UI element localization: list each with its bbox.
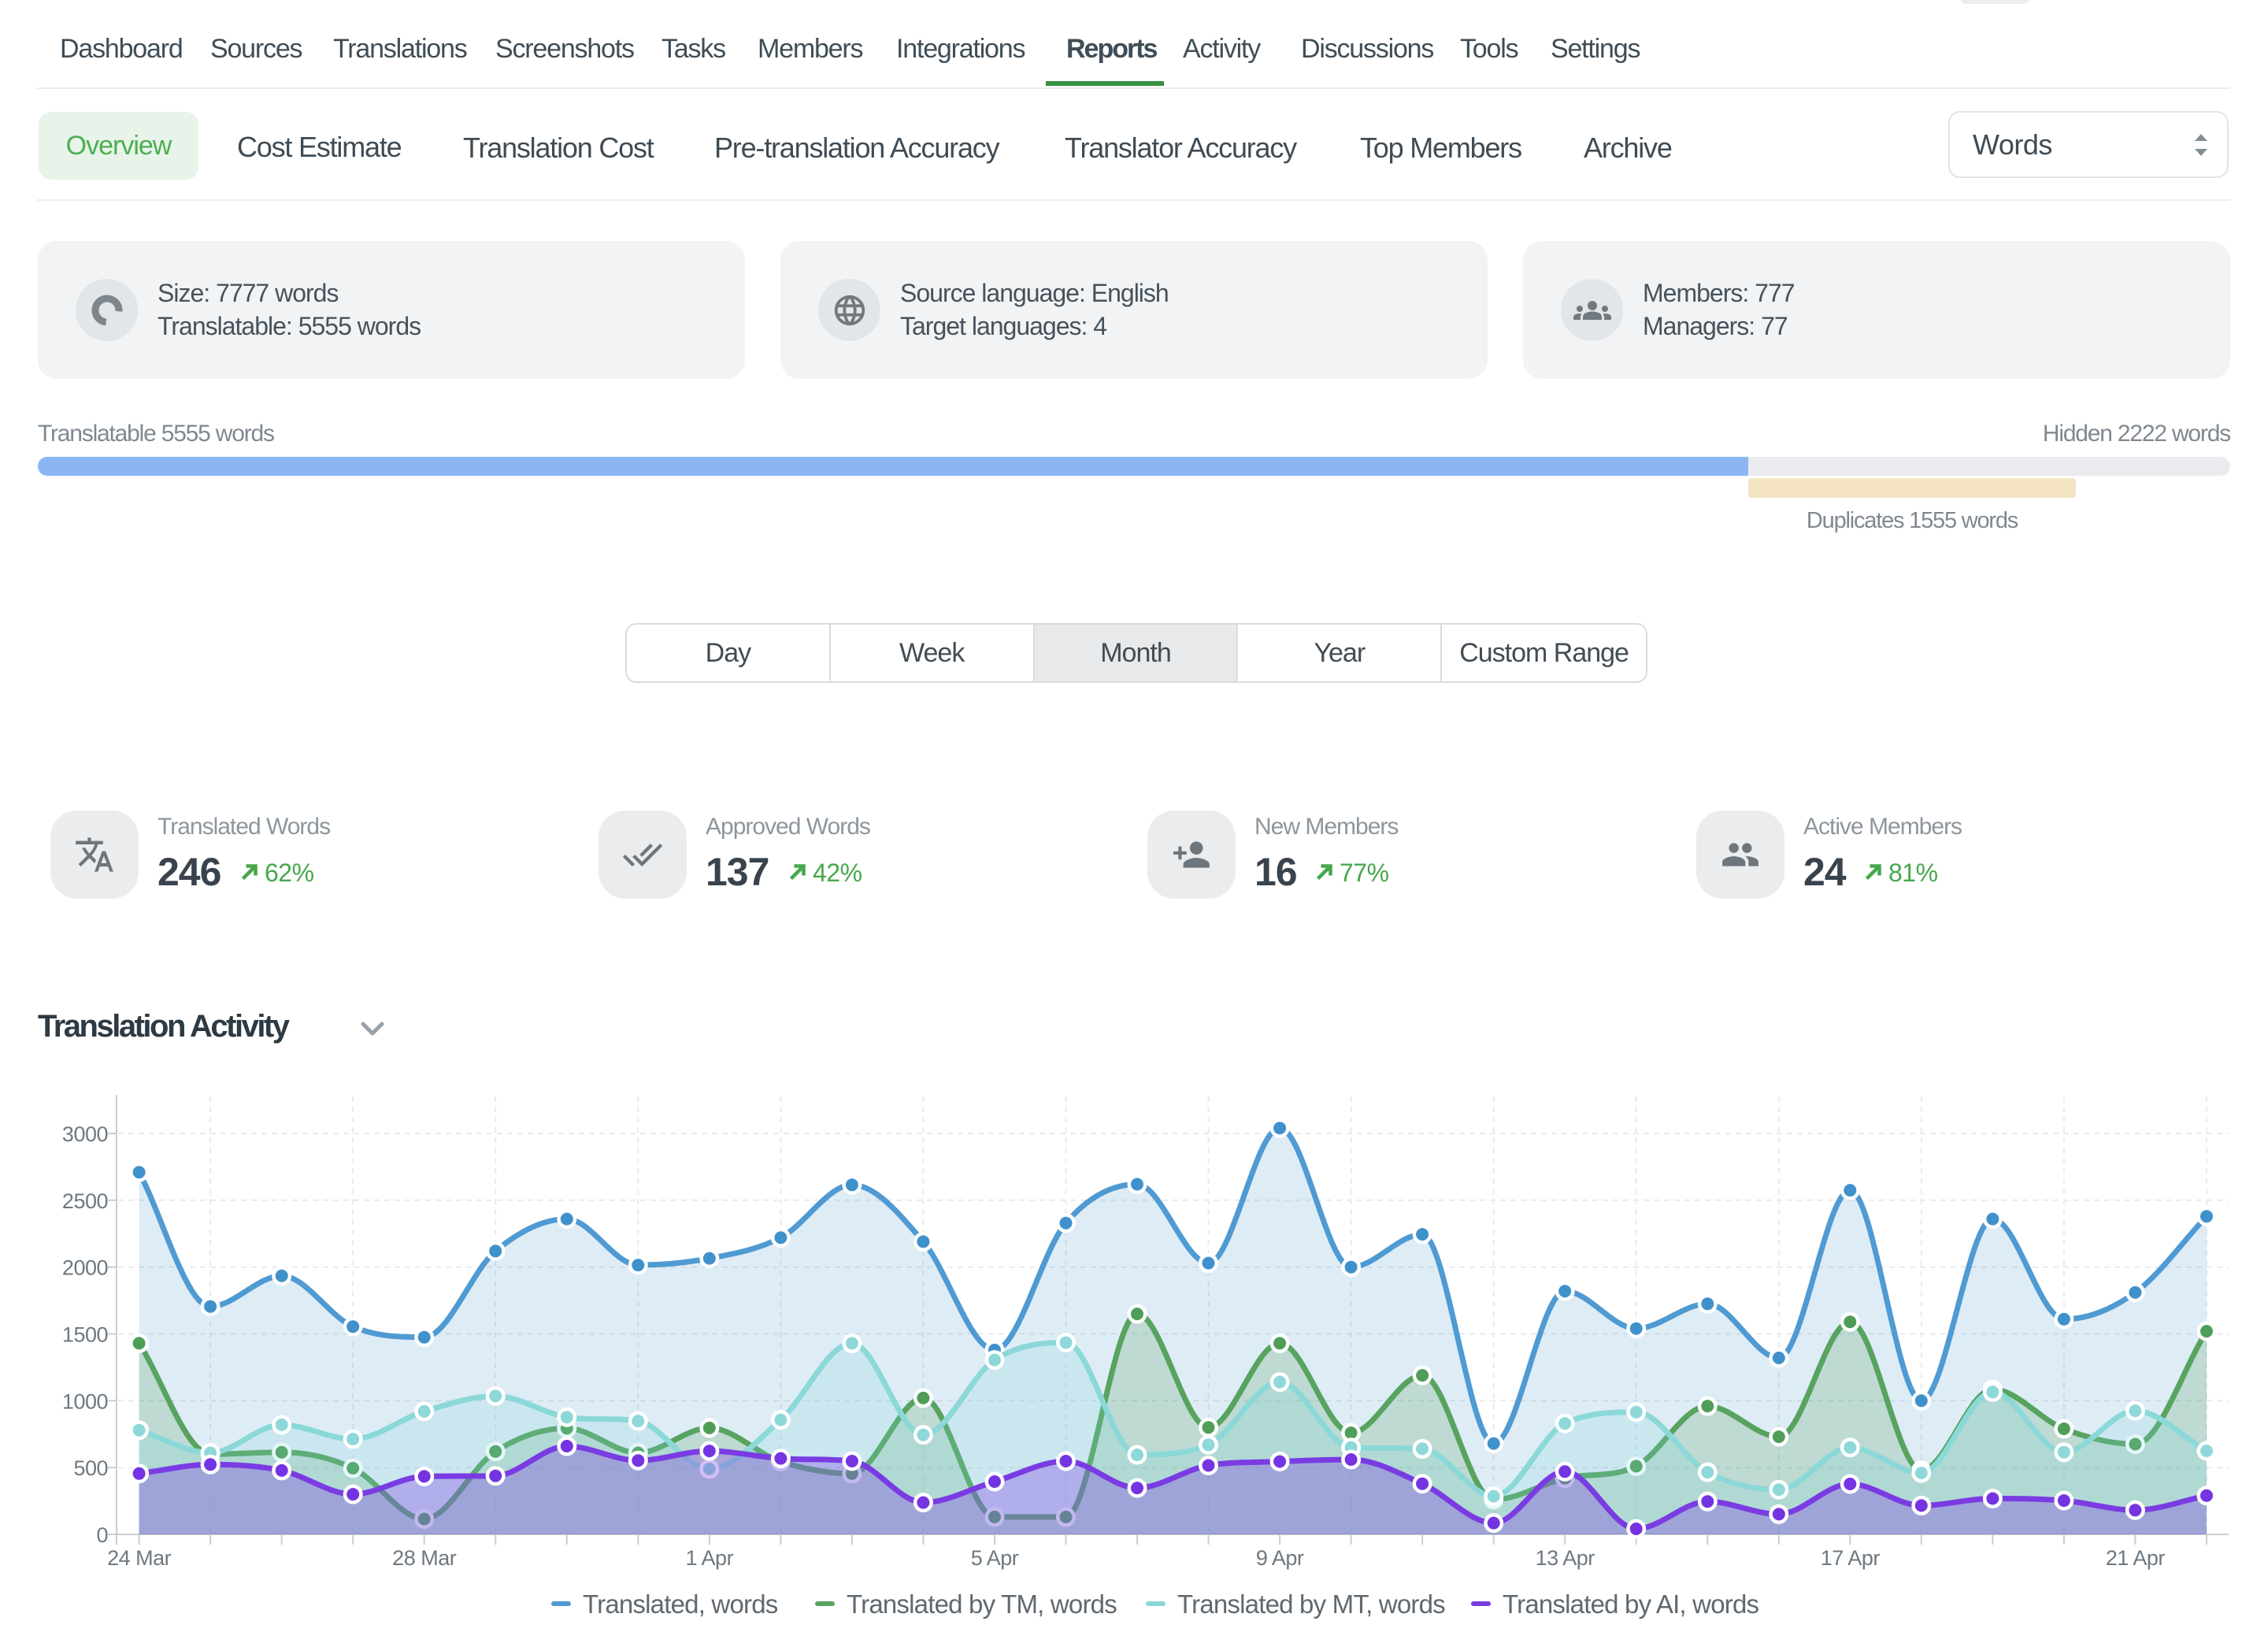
svg-text:24 Mar: 24 Mar [107,1546,172,1570]
svg-text:2000: 2000 [62,1256,108,1280]
svg-text:9 Apr: 9 Apr [1256,1546,1304,1570]
svg-text:5 Apr: 5 Apr [971,1546,1019,1570]
svg-text:13 Apr: 13 Apr [1536,1546,1595,1570]
svg-text:Translated, words: Translated, words [583,1590,778,1619]
svg-text:2500: 2500 [62,1189,108,1213]
svg-text:21 Apr: 21 Apr [2106,1546,2166,1570]
svg-text:1 Apr: 1 Apr [686,1546,734,1570]
svg-text:1000: 1000 [62,1389,108,1413]
svg-text:1500: 1500 [62,1323,108,1347]
svg-text:Translated by AI, words: Translated by AI, words [1503,1590,1759,1619]
svg-text:28 Mar: 28 Mar [392,1546,457,1570]
svg-text:0: 0 [96,1523,108,1547]
svg-text:17 Apr: 17 Apr [1821,1546,1881,1570]
svg-text:Translated by MT, words: Translated by MT, words [1177,1590,1445,1619]
svg-text:3000: 3000 [62,1122,108,1146]
svg-text:500: 500 [73,1456,108,1480]
svg-text:Translated by TM, words: Translated by TM, words [847,1590,1117,1619]
